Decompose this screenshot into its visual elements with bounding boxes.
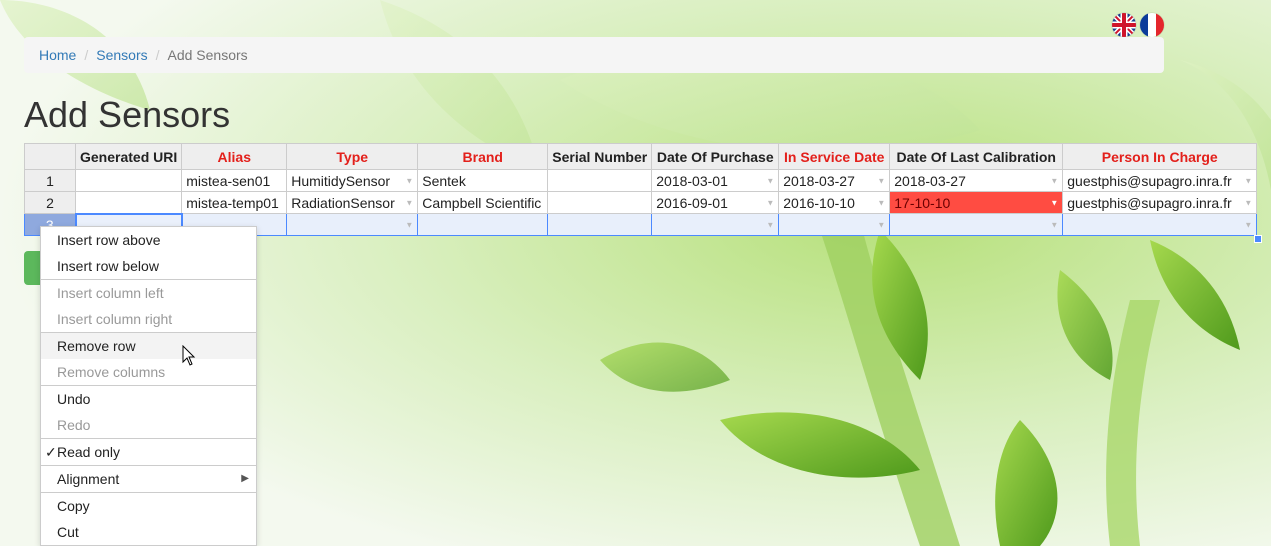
breadcrumb-separator: / (84, 47, 89, 63)
dropdown-arrow-icon[interactable]: ▼ (1244, 176, 1252, 185)
cell-value: HumitidySensor (291, 172, 391, 189)
header-brand[interactable]: Brand (417, 143, 549, 170)
header-person-in-charge[interactable]: Person In Charge (1062, 143, 1258, 170)
cell-date-of-last-calibration[interactable]: 2018-03-27 ▼ (889, 169, 1064, 192)
table-row: 2 mistea-temp01 RadiationSensor ▼ Campbel… (24, 191, 1258, 214)
header-date-of-purchase[interactable]: Date Of Purchase (651, 143, 780, 170)
cell-date-of-last-calibration[interactable]: ▼ (889, 213, 1064, 236)
corner-header[interactable] (24, 143, 76, 170)
dropdown-arrow-icon[interactable]: ▼ (877, 198, 885, 207)
row-number[interactable]: 2 (24, 191, 76, 214)
cell-date-of-purchase[interactable]: 2016-09-01 ▼ (651, 191, 780, 214)
cell-type[interactable]: HumitidySensor ▼ (286, 169, 419, 192)
menu-item-undo[interactable]: Undo (41, 386, 256, 412)
menu-item-alignment[interactable]: Alignment ▶ (41, 466, 256, 492)
dropdown-arrow-icon[interactable]: ▼ (405, 198, 413, 207)
mouse-pointer-icon (182, 345, 196, 366)
header-alias[interactable]: Alias (181, 143, 288, 170)
submenu-arrow-icon: ▶ (241, 473, 249, 484)
breadcrumb-separator: / (155, 47, 160, 63)
cell-generated-uri[interactable] (74, 191, 183, 214)
sensors-grid: Generated URI Alias Type Brand Serial Nu… (24, 143, 1258, 237)
dropdown-arrow-icon[interactable]: ▼ (1244, 220, 1252, 229)
cell-brand[interactable] (417, 213, 549, 236)
dropdown-arrow-icon[interactable]: ▼ (405, 176, 413, 185)
menu-item-insert-column-left: Insert column left (57, 285, 164, 301)
dropdown-arrow-icon[interactable]: ▼ (1050, 198, 1058, 207)
page-title: Add Sensors (24, 94, 231, 135)
menu-item-insert-column-right: Insert column right (57, 311, 173, 327)
menu-item-label: Read only (57, 444, 121, 460)
dropdown-arrow-icon[interactable]: ▼ (766, 176, 774, 185)
menu-item-redo: Redo (57, 417, 91, 433)
dropdown-arrow-icon[interactable]: ▼ (877, 176, 885, 185)
cell-serial-number[interactable] (547, 169, 653, 192)
cell-in-service-date[interactable]: 2018-03-27 ▼ (778, 169, 891, 192)
menu-item-cut[interactable]: Cut (41, 519, 256, 545)
cell-value: 17-10-10 (894, 194, 951, 211)
cell-date-of-purchase[interactable]: 2018-03-01 ▼ (651, 169, 780, 192)
breadcrumb-sensors-link[interactable]: Sensors (96, 47, 147, 63)
context-menu: Insert row above Insert row below Insert… (40, 226, 257, 546)
cell-serial-number[interactable] (547, 191, 653, 214)
cell-generated-uri[interactable] (74, 169, 183, 192)
breadcrumb: Home / Sensors / Add Sensors (24, 37, 1164, 73)
uk-flag-icon[interactable] (1112, 13, 1136, 37)
table-row: 1 mistea-sen01 HumitidySensor ▼ Sentek 20… (24, 169, 1258, 192)
header-in-service-date[interactable]: In Service Date (778, 143, 891, 170)
cell-value: guestphis@supagro.inra.fr (1067, 194, 1232, 211)
cell-type[interactable]: RadiationSensor ▼ (286, 191, 419, 214)
header-date-of-last-calibration[interactable]: Date Of Last Calibration (889, 143, 1064, 170)
france-flag-icon[interactable] (1140, 13, 1164, 37)
menu-item-label: Alignment (57, 471, 120, 487)
menu-item-remove-row[interactable]: Remove row (41, 333, 256, 359)
dropdown-arrow-icon[interactable]: ▼ (1050, 176, 1058, 185)
cell-value: RadiationSensor (291, 194, 395, 211)
cell-value: 2018-03-01 (656, 172, 728, 189)
row-number[interactable]: 1 (24, 169, 76, 192)
cell-type[interactable]: ▼ (286, 213, 419, 236)
cell-in-service-date[interactable]: 2016-10-10 ▼ (778, 191, 891, 214)
cell-date-of-last-calibration-invalid[interactable]: 17-10-10 ▼ (889, 191, 1064, 214)
cell-person-in-charge[interactable]: guestphis@supagro.inra.fr ▼ (1062, 169, 1258, 192)
menu-item-insert-row-below[interactable]: Insert row below (41, 253, 256, 279)
menu-item-read-only[interactable]: ✓ Read only (41, 439, 256, 465)
header-serial-number[interactable]: Serial Number (547, 143, 653, 170)
cell-value: 2016-10-10 (783, 194, 855, 211)
breadcrumb-home-link[interactable]: Home (39, 47, 76, 63)
fill-handle[interactable] (1254, 235, 1262, 243)
header-generated-uri[interactable]: Generated URI (74, 143, 183, 170)
cell-in-service-date[interactable]: ▼ (778, 213, 891, 236)
breadcrumb-current: Add Sensors (167, 47, 248, 63)
menu-item-remove-columns: Remove columns (57, 364, 166, 380)
dropdown-arrow-icon[interactable]: ▼ (1050, 220, 1058, 229)
menu-item-copy[interactable]: Copy (41, 493, 256, 519)
check-icon: ✓ (45, 444, 57, 460)
cell-value: guestphis@supagro.inra.fr (1067, 172, 1232, 189)
cell-serial-number[interactable] (547, 213, 653, 236)
cell-date-of-purchase[interactable]: ▼ (651, 213, 780, 236)
cell-value: 2018-03-27 (894, 172, 966, 189)
dropdown-arrow-icon[interactable]: ▼ (405, 220, 413, 229)
menu-item-insert-row-above[interactable]: Insert row above (41, 227, 256, 253)
dropdown-arrow-icon[interactable]: ▼ (877, 220, 885, 229)
language-switcher (1112, 13, 1164, 37)
cell-value: 2016-09-01 (656, 194, 728, 211)
cell-brand[interactable]: Sentek (417, 169, 549, 192)
cell-alias[interactable]: mistea-temp01 (181, 191, 288, 214)
dropdown-arrow-icon[interactable]: ▼ (766, 198, 774, 207)
dropdown-arrow-icon[interactable]: ▼ (1244, 198, 1252, 207)
header-type[interactable]: Type (286, 143, 419, 170)
cell-alias[interactable]: mistea-sen01 (181, 169, 288, 192)
cell-value: 2018-03-27 (783, 172, 855, 189)
dropdown-arrow-icon[interactable]: ▼ (766, 220, 774, 229)
cell-person-in-charge[interactable]: guestphis@supagro.inra.fr ▼ (1062, 191, 1258, 214)
cell-brand[interactable]: Campbell Scientific (417, 191, 549, 214)
cell-person-in-charge[interactable]: ▼ (1062, 213, 1258, 236)
